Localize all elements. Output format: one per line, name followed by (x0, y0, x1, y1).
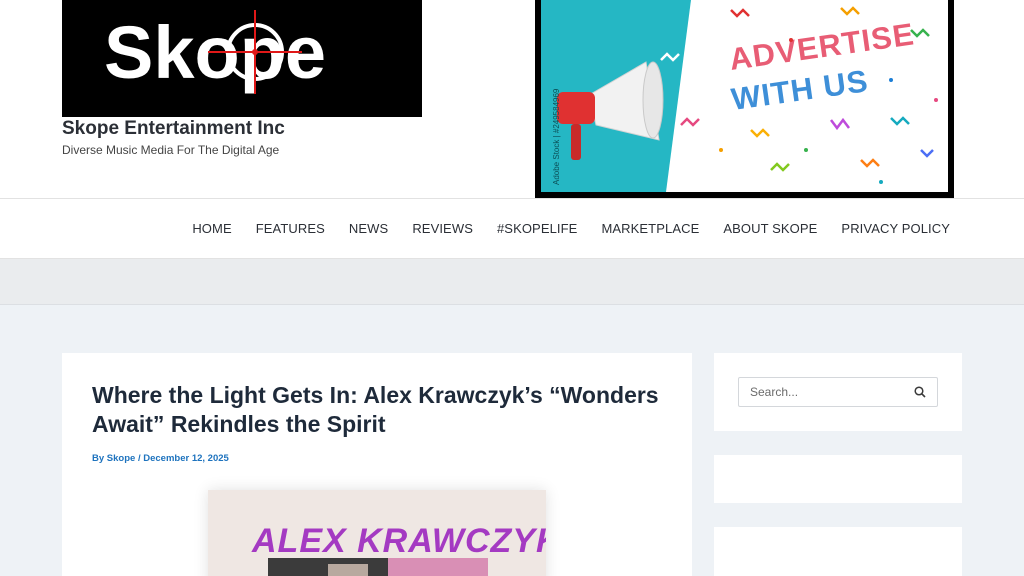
search-button[interactable] (905, 382, 935, 402)
nav-item-about-skope[interactable]: ABOUT SKOPE (723, 221, 817, 236)
featured-image[interactable]: ALEX KRAWCZYK (208, 490, 546, 576)
nav-item-skopelife[interactable]: #SKOPELIFE (497, 221, 577, 236)
nav-item-marketplace[interactable]: MARKETPLACE (601, 221, 699, 236)
article-meta: By Skope / December 12, 2025 (92, 453, 229, 464)
header-divider-band (0, 259, 1024, 305)
author-link[interactable]: Skope (107, 453, 136, 464)
article-title[interactable]: Where the Light Gets In: Alex Krawczyk’s… (92, 381, 672, 439)
primary-navigation: HOME FEATURES NEWS REVIEWS #SKOPELIFE MA… (0, 198, 1024, 259)
nav-menu: HOME FEATURES NEWS REVIEWS #SKOPELIFE MA… (168, 199, 950, 258)
meta-prefix: By (92, 453, 107, 464)
site-tagline: Diverse Music Media For The Digital Age (62, 143, 280, 157)
advertise-banner[interactable]: Adobe Stock | #249584969 ADVERTISE WITH … (535, 0, 954, 198)
site-title[interactable]: Skope Entertainment Inc (62, 118, 285, 140)
search-widget (714, 353, 962, 431)
logo-graphic: Skope (62, 0, 422, 117)
search-form (738, 377, 938, 407)
article-card: Where the Light Gets In: Alex Krawczyk’s… (62, 353, 692, 576)
sidebar-widget (714, 527, 962, 576)
nav-item-privacy-policy[interactable]: PRIVACY POLICY (841, 221, 950, 236)
post-date[interactable]: December 12, 2025 (143, 453, 229, 464)
sidebar-widget (714, 455, 962, 503)
nav-item-features[interactable]: FEATURES (256, 221, 325, 236)
advertise-banner-image: Adobe Stock | #249584969 ADVERTISE WITH … (541, 0, 948, 192)
nav-item-home[interactable]: HOME (192, 221, 231, 236)
nav-item-news[interactable]: NEWS (349, 221, 388, 236)
nav-item-reviews[interactable]: REVIEWS (412, 221, 473, 236)
site-header: Skope Skope Entertainment Inc Diverse Mu… (0, 0, 1024, 198)
search-input[interactable] (739, 378, 909, 406)
search-icon (914, 386, 926, 398)
site-logo[interactable]: Skope (62, 0, 422, 117)
ad-watermark: Adobe Stock | #249584969 (552, 88, 561, 185)
featured-image-text: ALEX KRAWCZYK (251, 522, 546, 560)
